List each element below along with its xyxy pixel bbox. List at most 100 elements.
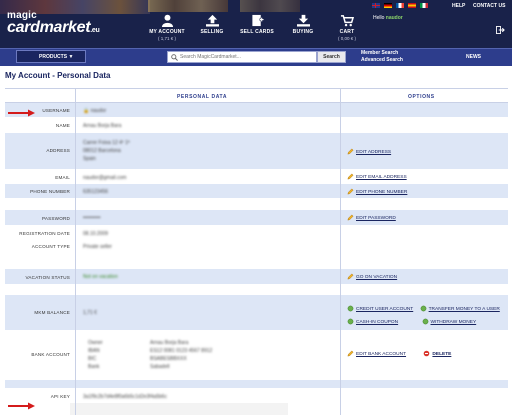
table-row-spacer xyxy=(5,285,508,295)
bank-account-keys: Owner IBAN BIC Bank xyxy=(88,340,103,370)
cash-in-coupon-link[interactable]: CASH-IN COUPON xyxy=(356,316,398,329)
site-logo[interactable]: magic cardmarket.eu xyxy=(7,11,100,36)
header-banner-image xyxy=(148,0,228,12)
go-on-vacation-link[interactable]: GO ON VACATION xyxy=(356,275,397,280)
column-header-options: OPTIONS xyxy=(408,94,435,100)
header-banner-image xyxy=(240,0,300,12)
search-input[interactable] xyxy=(168,52,316,62)
api-key-value: 3a1f9c2b7d4e8f0a6b5c1d2e3f4a5b6c xyxy=(83,394,167,400)
nav-my-account[interactable]: MY ACCOUNT ( 1,71 € ) xyxy=(145,14,189,41)
edit-address-link[interactable]: EDIT ADDRESS xyxy=(356,150,391,155)
withdraw-money-link[interactable]: WITHDRAW MONEY xyxy=(431,316,477,329)
table-row-password: PASSWORD •••••••••• EDIT PASSWORD xyxy=(5,210,508,226)
table-row-account-type: ACCOUNT TYPE Private seller xyxy=(5,240,508,254)
pencil-icon xyxy=(347,350,354,357)
name-value: Arnau Borja Bara xyxy=(83,123,122,129)
logo-line-2: cardmarket.eu xyxy=(7,19,100,36)
email-options: EDIT EMAIL ADDRESS xyxy=(347,173,407,180)
money-icon xyxy=(420,305,426,312)
bank-account-values: Arnau Borja Bara ES12 0081 0123 4567 8912… xyxy=(150,340,213,370)
password-options: EDIT PASSWORD xyxy=(347,214,396,221)
nav-label: BUYING xyxy=(292,29,314,35)
table-row-bank-account: BANK ACCOUNT Owner IBAN BIC Bank Arnau Borj… xyxy=(5,331,508,380)
search-icon xyxy=(171,54,178,61)
cart-total-label: ( 0,00 € ) xyxy=(337,36,356,41)
member-search-links: Member Search Advanced Search xyxy=(361,50,403,63)
email-value: naudor@gmail.com xyxy=(83,175,127,181)
contact-link[interactable]: CONTACT US xyxy=(473,3,505,9)
money-icon xyxy=(347,318,354,325)
pencil-icon xyxy=(347,214,354,221)
nav-cart[interactable]: CART ( 0,00 € ) xyxy=(325,14,369,41)
flag-french-icon[interactable] xyxy=(396,3,404,8)
delete-bank-account-link[interactable]: DELETE xyxy=(432,352,451,357)
greeting: Hello naudor xyxy=(373,15,403,21)
nav-selling[interactable]: SELLING xyxy=(190,14,234,35)
table-row-address: ADDRESS Carrer Foixa 12 4º 1ª 08012 Barc… xyxy=(5,133,508,170)
nav-buying[interactable]: BUYING xyxy=(281,14,325,35)
page-title: My Account - Personal Data xyxy=(5,71,111,80)
member-search-link[interactable]: Member Search xyxy=(361,50,403,57)
money-icon xyxy=(347,305,354,312)
logged-in-username[interactable]: naudor xyxy=(386,15,403,21)
vacation-status-value: Not on vacation xyxy=(83,274,118,280)
pencil-icon xyxy=(347,173,354,180)
language-selector xyxy=(372,3,428,8)
flag-spanish-icon[interactable] xyxy=(408,3,416,8)
address-value: Carrer Foixa 12 4º 1ª 08012 Barcelona Sp… xyxy=(83,140,130,162)
money-icon xyxy=(422,318,428,325)
transfer-money-link[interactable]: TRANSFER MONEY TO A USER xyxy=(429,303,500,316)
annotation-arrow-icon xyxy=(8,109,35,117)
table-row-api-key: API KEY 3a1f9c2b7d4e8f0a6b5c1d2e3f4a5b6c xyxy=(5,389,508,403)
name-label: NAME xyxy=(55,123,70,128)
table-row-name: NAME Arnau Borja Bara xyxy=(5,118,508,133)
products-menu-button[interactable]: PRODUCTS ▼ xyxy=(16,50,86,63)
edit-phone-link[interactable]: EDIT PHONE NUMBER xyxy=(356,190,407,195)
bank-options: EDIT BANK ACCOUNT DELETE xyxy=(347,350,451,357)
table-row-spacer xyxy=(5,199,508,210)
search-box xyxy=(167,51,317,63)
search-button[interactable]: Search xyxy=(317,51,346,63)
delete-icon xyxy=(424,350,430,357)
account-balance-label: ( 1,71 € ) xyxy=(157,36,176,41)
account-type-label: ACCOUNT TYPE xyxy=(31,244,70,249)
help-link[interactable]: HELP xyxy=(452,3,465,9)
nav-label: SELLING xyxy=(200,29,224,35)
nav-label: SELL CARDS xyxy=(240,29,274,35)
balance-options: CREDIT USER ACCOUNT TRANSFER MONEY TO A … xyxy=(347,303,500,329)
mkm-balance-label: MKM BALANCE xyxy=(34,310,70,315)
registration-date-value: 08.10.2009 xyxy=(83,231,109,237)
account-type-value: Private seller xyxy=(83,244,112,250)
column-divider xyxy=(75,88,76,415)
email-label: EMAIL xyxy=(55,175,70,180)
nav-label: MY ACCOUNT xyxy=(149,29,185,35)
address-label: ADDRESS xyxy=(46,148,70,153)
address-options: EDIT ADDRESS xyxy=(347,148,391,155)
flag-italian-icon[interactable] xyxy=(420,3,428,8)
vacation-options: GO ON VACATION xyxy=(347,273,397,280)
edit-password-link[interactable]: EDIT PASSWORD xyxy=(356,216,396,221)
column-divider xyxy=(340,88,341,415)
flag-german-icon[interactable] xyxy=(384,3,392,8)
credit-user-account-link[interactable]: CREDIT USER ACCOUNT xyxy=(356,303,413,316)
news-link[interactable]: NEWS xyxy=(466,54,481,60)
column-header-personal-data: PERSONAL DATA xyxy=(177,94,228,100)
nav-sell-cards[interactable]: SELL CARDS xyxy=(235,14,279,35)
phone-options: EDIT PHONE NUMBER xyxy=(347,188,407,195)
table-row-username: USERNAME 🔒 naudor xyxy=(5,103,508,118)
flag-english-icon[interactable] xyxy=(372,3,380,8)
phone-value: 635123456 xyxy=(83,189,109,195)
personal-data-table: PERSONAL DATA OPTIONS USERNAME 🔒 naudor … xyxy=(5,88,508,403)
password-value: •••••••••• xyxy=(83,215,101,221)
edit-email-link[interactable]: EDIT EMAIL ADDRESS xyxy=(356,175,407,180)
password-label: PASSWORD xyxy=(41,216,70,221)
registration-date-label: REGISTRATION DATE xyxy=(19,231,70,236)
vacation-status-label: VACATION STATUS xyxy=(25,275,70,280)
advanced-search-link[interactable]: Advanced Search xyxy=(361,57,403,64)
table-row-vacation-status: VACATION STATUS Not on vacation GO ON VA… xyxy=(5,269,508,285)
phone-label: PHONE NUMBER xyxy=(30,189,70,194)
logout-icon[interactable] xyxy=(496,26,505,36)
mkm-balance-value: 1,71 € xyxy=(83,310,97,316)
table-row-email: EMAIL naudor@gmail.com EDIT EMAIL ADDRES… xyxy=(5,170,508,184)
edit-bank-account-link[interactable]: EDIT BANK ACCOUNT xyxy=(356,352,406,357)
